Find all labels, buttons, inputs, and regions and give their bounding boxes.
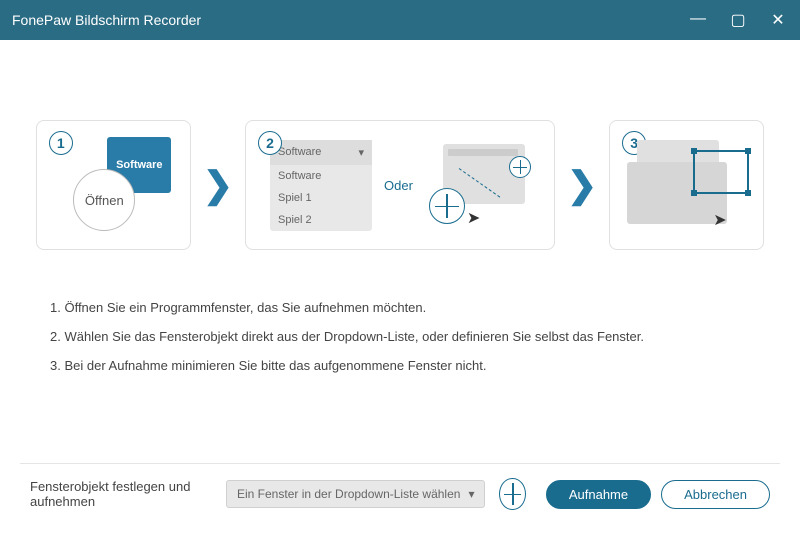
step-1-number: 1 <box>49 131 73 155</box>
crosshair-big-icon <box>429 188 465 224</box>
target-illustration: ➤ <box>425 140 535 230</box>
instructions: 1. Öffnen Sie ein Programmfenster, das S… <box>20 300 780 387</box>
cancel-button[interactable]: Abbrechen <box>661 480 770 509</box>
bottom-label: Fensterobjekt festlegen und aufnehmen <box>30 479 216 509</box>
dropdown-selected: Software <box>278 146 321 158</box>
window-select-dropdown[interactable]: Ein Fenster in der Dropdown-Liste wählen… <box>226 480 485 508</box>
instruction-line-3: 3. Bei der Aufnahme minimieren Sie bitte… <box>50 358 750 373</box>
window-controls: — ▢ ✕ <box>688 10 788 30</box>
dropdown-item: Software <box>270 165 372 187</box>
close-icon[interactable]: ✕ <box>768 10 788 30</box>
app-title: FonePaw Bildschirm Recorder <box>12 12 688 28</box>
chevron-right-icon: ❯ <box>567 164 597 206</box>
step-2-number: 2 <box>258 131 282 155</box>
open-circle-label: Öffnen <box>73 169 135 231</box>
step-1-card: 1 Software Öffnen <box>36 120 191 250</box>
step-3-illustration: ➤ <box>627 140 747 230</box>
step-2-card: 2 Software ▾ Software Spiel 1 Spiel 2 Od… <box>245 120 555 250</box>
chevron-down-icon: ▾ <box>468 487 474 501</box>
chevron-down-icon: ▾ <box>358 146 364 159</box>
minimize-icon[interactable]: — <box>688 10 708 30</box>
record-button[interactable]: Aufnahme <box>546 480 651 509</box>
selection-box-icon <box>693 150 749 194</box>
titlebar: FonePaw Bildschirm Recorder — ▢ ✕ <box>0 0 800 40</box>
step-3-card: 3 ➤ <box>609 120 764 250</box>
chevron-right-icon: ❯ <box>203 164 233 206</box>
content-area: 1 Software Öffnen ❯ 2 Software ▾ Softwar… <box>0 40 800 536</box>
crosshair-small-icon <box>509 156 531 178</box>
crosshair-icon <box>505 485 520 503</box>
dropdown-illustration: Software ▾ Software Spiel 1 Spiel 2 <box>270 140 372 231</box>
maximize-icon[interactable]: ▢ <box>728 10 748 30</box>
cursor-icon: ➤ <box>713 210 726 230</box>
instruction-line-2: 2. Wählen Sie das Fensterobjekt direkt a… <box>50 329 750 344</box>
instruction-line-1: 1. Öffnen Sie ein Programmfenster, das S… <box>50 300 750 315</box>
crosshair-picker-button[interactable] <box>499 478 525 510</box>
step-1-illustration: Software Öffnen <box>73 135 173 235</box>
bottom-bar: Fensterobjekt festlegen und aufnehmen Ei… <box>20 463 780 516</box>
dropdown-placeholder: Ein Fenster in der Dropdown-Liste wählen <box>237 487 460 501</box>
dropdown-item: Spiel 2 <box>270 209 372 231</box>
dropdown-item: Spiel 1 <box>270 187 372 209</box>
cursor-icon: ➤ <box>467 208 480 228</box>
steps-row: 1 Software Öffnen ❯ 2 Software ▾ Softwar… <box>20 120 780 250</box>
or-label: Oder <box>384 178 413 193</box>
dropdown-head: Software ▾ <box>270 140 372 165</box>
